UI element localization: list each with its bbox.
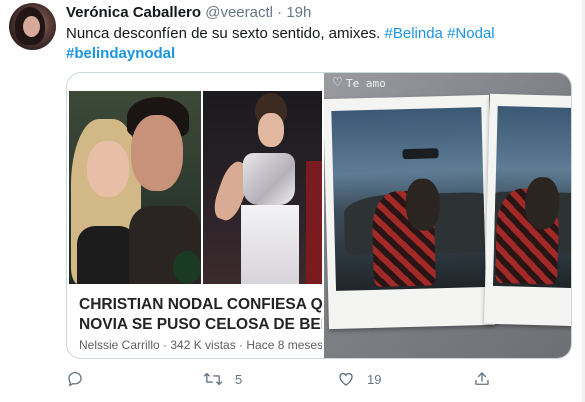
tweet[interactable]: Verónica Caballero @veeractl · 19h Nunca… — [0, 0, 585, 402]
like-button[interactable]: 19 — [337, 368, 381, 390]
separator: · — [277, 4, 283, 21]
photo-shape — [524, 176, 560, 230]
photo-shape — [243, 153, 295, 205]
avatar-face — [23, 16, 40, 37]
retweet-count: 5 — [235, 371, 243, 387]
photo-shape — [131, 115, 183, 191]
photo-shape — [87, 141, 129, 197]
article-meta: Nelssie Carrillo · 342 K vistas · Hace 8… — [79, 338, 322, 352]
article-photo-couple — [69, 91, 201, 284]
polaroid-photo — [324, 94, 495, 330]
polaroid-image — [492, 105, 571, 289]
retweet-button[interactable]: 5 — [203, 368, 242, 390]
photo-shape — [258, 113, 284, 147]
photo-shape — [241, 205, 299, 284]
photo-shape — [77, 226, 137, 284]
photo-shape — [405, 178, 441, 232]
tweet-actions: 5 19 — [66, 368, 496, 390]
tweet-text: Nunca desconfíen de su sexto sentido, am… — [66, 24, 566, 64]
tweet-time[interactable]: 19h — [286, 4, 311, 21]
share-button[interactable] — [473, 368, 491, 390]
article-title: CHRISTIAN NODAL CONFIESA QUE NOVIA SE PU… — [79, 295, 322, 335]
share-icon — [473, 370, 491, 388]
polaroid-photo — [484, 93, 571, 327]
author-handle[interactable]: @veeractl — [205, 4, 273, 21]
story-caption: Te amo — [346, 77, 386, 90]
article-photo-singer — [203, 91, 322, 284]
reply-button[interactable] — [66, 368, 96, 390]
polaroid-image — [331, 107, 486, 291]
photo-shape — [306, 161, 322, 284]
like-count: 19 — [367, 371, 382, 387]
photo-shape — [402, 148, 439, 160]
hashtag-nodal[interactable]: #Nodal — [447, 25, 495, 42]
photo-shape — [173, 251, 201, 284]
like-icon — [337, 370, 355, 388]
author-name[interactable]: Verónica Caballero — [66, 4, 201, 21]
hashtag-belinda[interactable]: #Belinda — [385, 25, 443, 42]
reply-icon — [66, 370, 84, 388]
tweet-media[interactable]: CHRISTIAN NODAL CONFIESA QUE NOVIA SE PU… — [66, 72, 572, 359]
media-image-article[interactable]: CHRISTIAN NODAL CONFIESA QUE NOVIA SE PU… — [67, 73, 322, 358]
hashtag-belindaynodal[interactable]: #belindaynodal — [66, 45, 175, 62]
media-image-polaroids[interactable]: ♡ Te amo — [324, 73, 571, 358]
article-title-line1: CHRISTIAN NODAL CONFIESA QUE — [79, 296, 322, 313]
retweet-icon — [203, 370, 223, 388]
heart-outline-icon: ♡ — [332, 75, 343, 89]
avatar[interactable] — [9, 3, 56, 50]
tweet-text-body: Nunca desconfíen de su sexto sentido, am… — [66, 25, 385, 42]
article-title-line2: NOVIA SE PUSO CELOSA DE BELINDA — [79, 316, 322, 333]
tweet-header: Verónica Caballero @veeractl · 19h — [66, 4, 311, 22]
